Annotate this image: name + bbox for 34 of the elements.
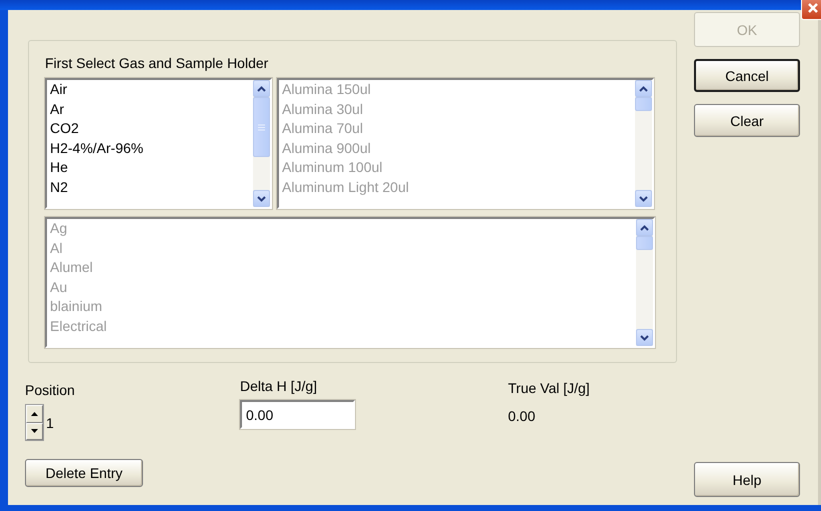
down-chevron-icon <box>640 334 649 340</box>
close-icon <box>807 2 819 14</box>
spin-up-button[interactable] <box>26 405 43 422</box>
dialog-button[interactable]: Clear <box>694 104 800 137</box>
list-item[interactable]: Ar <box>50 100 64 119</box>
position-value: 1 <box>46 414 54 430</box>
scroll-down-button[interactable] <box>253 190 270 207</box>
list-item[interactable]: CO2 <box>50 119 79 138</box>
dialog-button[interactable]: Cancel <box>694 59 800 92</box>
up-arrow-icon <box>31 412 38 416</box>
list-box[interactable]: Air Ar CO2 H2-4%/Ar-96% He N2 <box>45 78 272 209</box>
help-button[interactable]: Help <box>694 462 800 497</box>
scroll-up-button[interactable] <box>253 80 270 97</box>
delete-entry-button[interactable]: Delete Entry <box>25 459 143 487</box>
true-val-label: True Val [J/g] <box>508 380 590 396</box>
delta-h-field[interactable]: 0.00 <box>240 400 355 429</box>
spin-control[interactable] <box>25 404 44 441</box>
up-chevron-icon <box>257 86 266 92</box>
group-label: First Select Gas and Sample Holder <box>45 55 268 71</box>
true-val-value: 0.00 <box>508 408 536 424</box>
list-item[interactable]: Air <box>50 80 68 100</box>
list-item[interactable]: H2-4%/Ar-96% <box>50 138 144 158</box>
list-item[interactable]: He <box>50 158 68 178</box>
spin-down-button[interactable] <box>26 422 43 440</box>
scroll-thumb[interactable] <box>253 97 270 157</box>
delta-h-label: Delta H [J/g] <box>240 378 318 394</box>
down-arrow-icon <box>31 429 38 434</box>
position-label: Position <box>25 382 75 398</box>
up-chevron-icon <box>639 86 648 92</box>
up-chevron-icon <box>640 224 649 230</box>
down-chevron-icon <box>257 196 266 202</box>
list-item[interactable]: N2 <box>50 178 68 197</box>
scrollbar[interactable] <box>253 80 270 207</box>
down-chevron-icon <box>639 196 648 202</box>
